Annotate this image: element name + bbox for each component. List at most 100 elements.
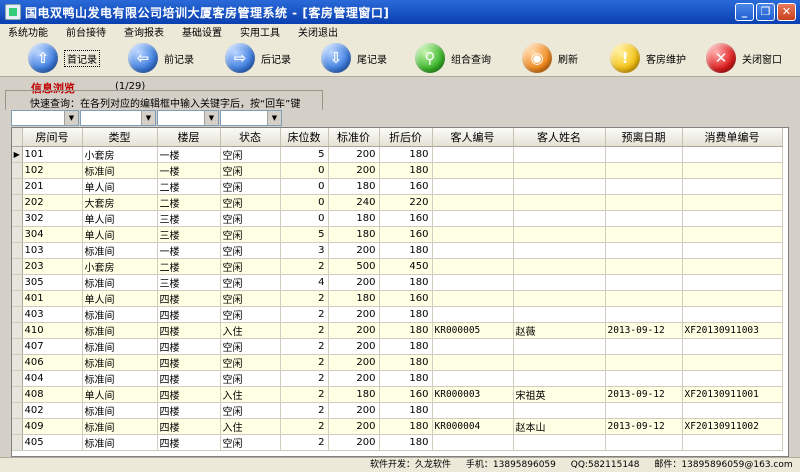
table-cell[interactable]: 200 bbox=[328, 338, 380, 355]
table-cell[interactable]: 5 bbox=[280, 146, 329, 163]
table-cell[interactable] bbox=[432, 258, 514, 275]
refresh-button[interactable]: ◉ 刷新 bbox=[522, 41, 578, 75]
row-indicator[interactable] bbox=[12, 274, 23, 291]
filter-floor[interactable]: ▼ bbox=[157, 110, 219, 126]
table-cell[interactable]: 2 bbox=[280, 386, 329, 403]
table-cell[interactable] bbox=[513, 162, 606, 179]
menu-reports[interactable]: 查询报表 bbox=[116, 24, 174, 39]
table-cell[interactable] bbox=[682, 226, 783, 243]
table-cell[interactable]: 180 bbox=[379, 274, 433, 291]
table-cell[interactable]: 200 bbox=[328, 370, 380, 387]
table-row[interactable]: 403 标准间 四楼 空闲 2 200 180 bbox=[12, 306, 783, 323]
table-cell[interactable] bbox=[513, 338, 606, 355]
table-cell[interactable]: 空闲 bbox=[220, 354, 281, 371]
table-cell[interactable]: 180 bbox=[379, 306, 433, 323]
table-cell[interactable]: 单人间 bbox=[82, 290, 158, 307]
table-cell[interactable] bbox=[432, 226, 514, 243]
table-cell[interactable]: 标准间 bbox=[82, 434, 158, 451]
table-cell[interactable]: 空闲 bbox=[220, 402, 281, 419]
table-row[interactable]: 203 小套房 二楼 空闲 2 500 450 bbox=[12, 258, 783, 275]
table-cell[interactable]: 180 bbox=[379, 338, 433, 355]
table-cell[interactable] bbox=[432, 274, 514, 291]
table-cell[interactable] bbox=[432, 162, 514, 179]
table-cell[interactable] bbox=[605, 146, 683, 163]
restore-button[interactable]: ❐ bbox=[756, 3, 775, 21]
table-cell[interactable]: 2 bbox=[280, 402, 329, 419]
column-header[interactable]: 类型 bbox=[82, 128, 158, 147]
table-cell[interactable]: 标准间 bbox=[82, 274, 158, 291]
minimize-button[interactable]: _ bbox=[735, 3, 754, 21]
table-cell[interactable]: 450 bbox=[379, 258, 433, 275]
row-indicator[interactable] bbox=[12, 386, 23, 403]
table-cell[interactable]: 大套房 bbox=[82, 194, 158, 211]
table-cell[interactable]: 2 bbox=[280, 258, 329, 275]
next-record-button[interactable]: ⇨ 后记录 bbox=[225, 41, 291, 75]
row-indicator[interactable] bbox=[12, 162, 23, 179]
table-cell[interactable]: 410 bbox=[22, 322, 83, 339]
table-cell[interactable]: 四楼 bbox=[157, 434, 221, 451]
table-cell[interactable] bbox=[605, 434, 683, 451]
table-cell[interactable]: 403 bbox=[22, 306, 83, 323]
table-cell[interactable]: 标准间 bbox=[82, 402, 158, 419]
table-cell[interactable] bbox=[682, 242, 783, 259]
table-row[interactable]: 404 标准间 四楼 空闲 2 200 180 bbox=[12, 370, 783, 387]
table-cell[interactable]: 空闲 bbox=[220, 338, 281, 355]
row-indicator[interactable]: ▶ bbox=[12, 146, 23, 163]
table-row[interactable]: 407 标准间 四楼 空闲 2 200 180 bbox=[12, 338, 783, 355]
column-header[interactable]: 房间号 bbox=[22, 128, 83, 147]
table-cell[interactable]: 180 bbox=[379, 402, 433, 419]
table-cell[interactable]: 2 bbox=[280, 338, 329, 355]
table-cell[interactable]: 单人间 bbox=[82, 210, 158, 227]
table-cell[interactable]: 标准间 bbox=[82, 370, 158, 387]
table-cell[interactable]: 160 bbox=[379, 226, 433, 243]
table-cell[interactable]: 空闲 bbox=[220, 146, 281, 163]
table-cell[interactable]: KR000004 bbox=[432, 418, 514, 435]
table-cell[interactable]: 三楼 bbox=[157, 210, 221, 227]
table-cell[interactable]: 180 bbox=[379, 146, 433, 163]
table-cell[interactable]: 小套房 bbox=[82, 258, 158, 275]
table-cell[interactable] bbox=[513, 370, 606, 387]
combined-query-button[interactable]: ⚲ 组合查询 bbox=[415, 41, 491, 75]
table-cell[interactable]: 180 bbox=[379, 242, 433, 259]
table-cell[interactable]: 5 bbox=[280, 226, 329, 243]
table-row[interactable]: 201 单人间 二楼 空闲 0 180 160 bbox=[12, 178, 783, 195]
row-indicator[interactable] bbox=[12, 322, 23, 339]
table-cell[interactable] bbox=[682, 178, 783, 195]
table-cell[interactable]: 180 bbox=[379, 162, 433, 179]
table-row[interactable]: 409 标准间 四楼 入住 2 200 180 KR000004 赵本山 2013-09-12 XF… bbox=[12, 418, 783, 435]
table-cell[interactable]: 四楼 bbox=[157, 290, 221, 307]
table-cell[interactable]: 2 bbox=[280, 434, 329, 451]
row-indicator[interactable] bbox=[12, 210, 23, 227]
table-row[interactable]: 408 单人间 四楼 入住 2 180 160 KR000003 宋祖英 2013-09-12 XF… bbox=[12, 386, 783, 403]
table-cell[interactable] bbox=[513, 290, 606, 307]
row-indicator[interactable] bbox=[12, 354, 23, 371]
table-cell[interactable]: 0 bbox=[280, 162, 329, 179]
table-cell[interactable] bbox=[682, 274, 783, 291]
table-cell[interactable] bbox=[513, 226, 606, 243]
table-cell[interactable]: 四楼 bbox=[157, 386, 221, 403]
table-cell[interactable] bbox=[513, 210, 606, 227]
table-cell[interactable]: 单人间 bbox=[82, 226, 158, 243]
table-cell[interactable] bbox=[682, 162, 783, 179]
table-cell[interactable] bbox=[432, 146, 514, 163]
table-row[interactable]: 102 标准间 一楼 空闲 0 200 180 bbox=[12, 162, 783, 179]
table-cell[interactable]: 空闲 bbox=[220, 290, 281, 307]
row-indicator[interactable] bbox=[12, 178, 23, 195]
table-cell[interactable]: 302 bbox=[22, 210, 83, 227]
table-cell[interactable]: 200 bbox=[328, 274, 380, 291]
table-cell[interactable]: 四楼 bbox=[157, 418, 221, 435]
filter-status[interactable]: ▼ bbox=[220, 110, 282, 126]
table-cell[interactable] bbox=[432, 178, 514, 195]
table-cell[interactable]: 180 bbox=[328, 226, 380, 243]
table-cell[interactable] bbox=[682, 306, 783, 323]
table-row[interactable]: 406 标准间 四楼 空闲 2 200 180 bbox=[12, 354, 783, 371]
row-indicator[interactable] bbox=[12, 290, 23, 307]
table-cell[interactable]: 入住 bbox=[220, 386, 281, 403]
table-cell[interactable]: 标准间 bbox=[82, 306, 158, 323]
table-row[interactable]: 402 标准间 四楼 空闲 2 200 180 bbox=[12, 402, 783, 419]
table-cell[interactable] bbox=[605, 274, 683, 291]
table-cell[interactable]: 2 bbox=[280, 290, 329, 307]
table-cell[interactable]: 二楼 bbox=[157, 258, 221, 275]
table-cell[interactable]: XF20130911002 bbox=[682, 418, 783, 435]
table-cell[interactable]: KR000005 bbox=[432, 322, 514, 339]
